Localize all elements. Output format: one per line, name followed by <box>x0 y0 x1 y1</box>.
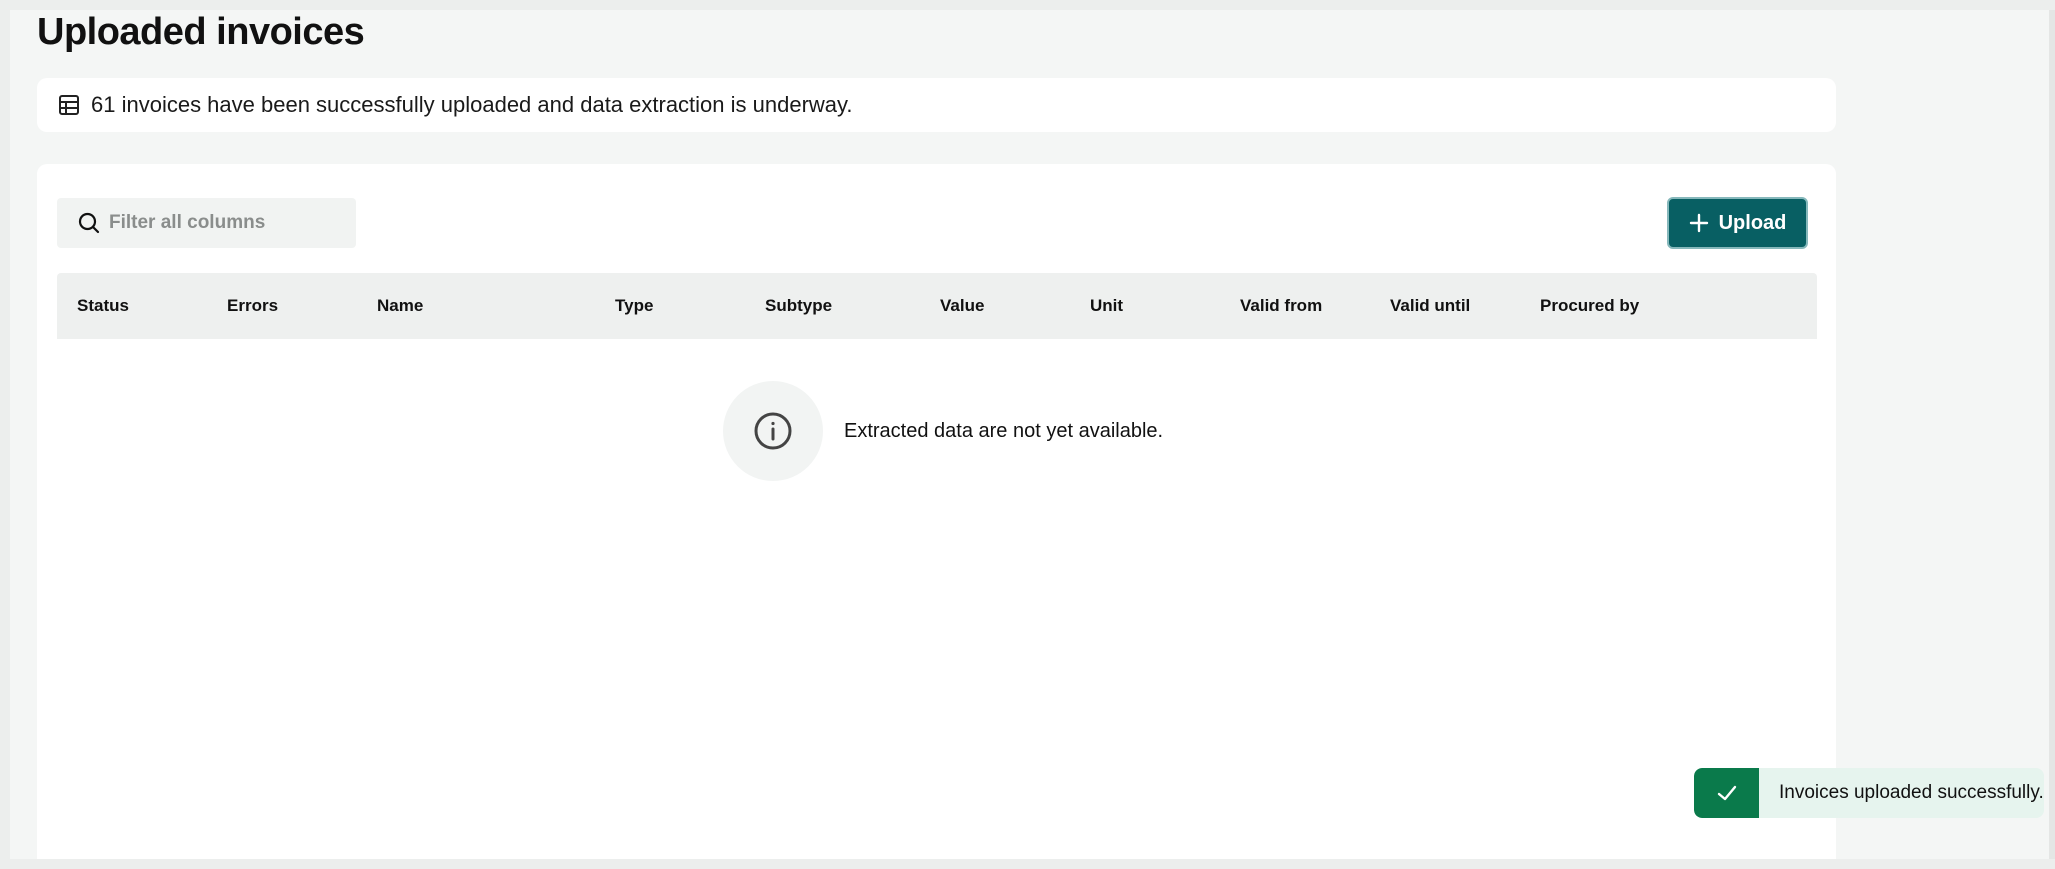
table-icon <box>58 94 80 116</box>
column-header-type[interactable]: Type <box>615 273 653 339</box>
filter-search-box[interactable] <box>57 198 356 248</box>
empty-state-icon-circle <box>723 381 823 481</box>
empty-state-message: Extracted data are not yet available. <box>844 419 1164 442</box>
check-icon <box>1716 782 1738 804</box>
upload-button[interactable]: Upload <box>1667 197 1808 249</box>
empty-state: Extracted data are not yet available. <box>723 381 1163 481</box>
scrollbar-track[interactable] <box>2049 10 2055 859</box>
toast-message: Invoices uploaded successfully. <box>1779 782 2044 803</box>
column-header-errors[interactable]: Errors <box>227 273 278 339</box>
page-title: Uploaded invoices <box>37 11 365 53</box>
success-toast[interactable]: Invoices uploaded successfully. <box>1694 768 2044 818</box>
column-header-valid-from[interactable]: Valid from <box>1240 273 1322 339</box>
info-icon <box>753 411 793 451</box>
invoices-card: Upload Status Errors Name Type Subtype V… <box>37 164 1836 859</box>
banner-message: 61 invoices have been successfully uploa… <box>91 92 853 117</box>
column-header-name[interactable]: Name <box>377 273 423 339</box>
upload-button-label: Upload <box>1718 211 1787 234</box>
table-header: Status Errors Name Type Subtype Value Un… <box>57 273 1817 339</box>
filter-all-columns-input[interactable] <box>109 212 339 234</box>
plus-icon <box>1689 213 1709 233</box>
column-header-procured-by[interactable]: Procured by <box>1540 273 1639 339</box>
toast-badge <box>1694 768 1759 818</box>
column-header-unit[interactable]: Unit <box>1090 273 1123 339</box>
column-header-status[interactable]: Status <box>77 273 129 339</box>
info-banner: 61 invoices have been successfully uploa… <box>37 78 1836 132</box>
search-icon <box>77 211 101 235</box>
column-header-valid-until[interactable]: Valid until <box>1390 273 1470 339</box>
column-header-subtype[interactable]: Subtype <box>765 273 832 339</box>
column-header-value[interactable]: Value <box>940 273 984 339</box>
